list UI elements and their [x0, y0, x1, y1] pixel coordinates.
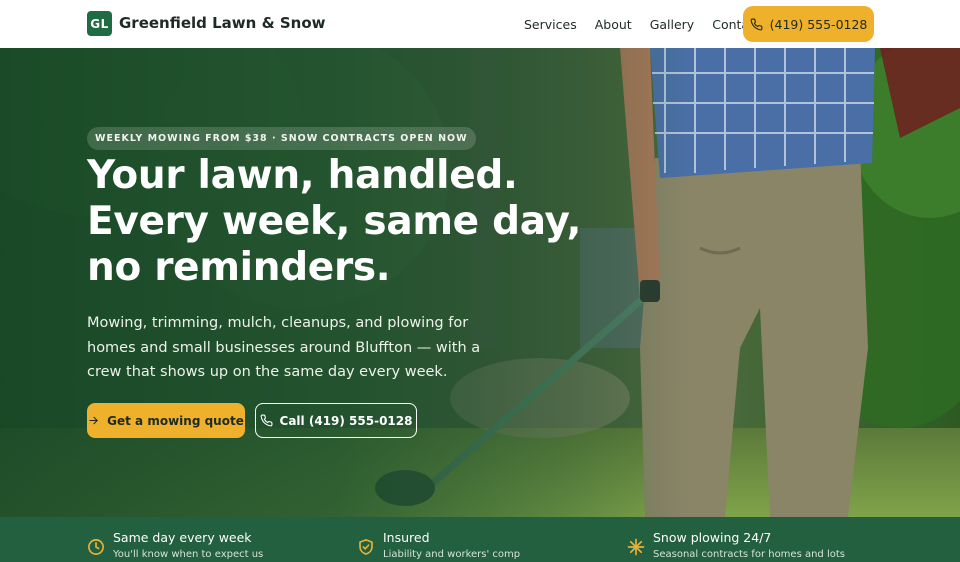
clock-icon [88, 539, 104, 555]
promo-eyebrow: WEEKLY MOWING FROM $38 · SNOW CONTRACTS … [87, 127, 476, 150]
description-line: crew that shows up on the same day every… [87, 364, 448, 380]
get-quote-label: Get a mowing quote [107, 413, 244, 428]
header-phone-label: (419) 555-0128 [769, 16, 868, 32]
headline-line: Every week, same day, [87, 199, 582, 244]
hero-headline: Your lawn, handled. Every week, same day… [87, 153, 582, 291]
header-phone-button[interactable]: (419) 555-0128 [743, 6, 874, 42]
shield-check-icon [359, 539, 373, 555]
get-quote-button[interactable]: Get a mowing quote [87, 403, 245, 438]
phone-icon [750, 18, 763, 30]
hero-description: Mowing, trimming, mulch, cleanups, and p… [87, 311, 481, 385]
feature-title: Snow plowing 24/7 [653, 530, 772, 545]
snowflake-icon [627, 538, 645, 556]
feature-subtitle: Liability and workers' comp [383, 549, 521, 560]
feature-subtitle: You'll know when to expect us [113, 549, 264, 560]
phone-icon [260, 414, 272, 427]
feature-title: Insured [383, 530, 430, 545]
headline-line: Your lawn, handled. [87, 153, 518, 198]
description-line: Mowing, trimming, mulch, cleanups, and p… [87, 315, 469, 331]
nav-gallery-link[interactable]: Gallery [650, 17, 695, 32]
features-strip: Same day every week You'll know when to … [0, 517, 960, 562]
call-button-label: Call (419) 555-0128 [279, 413, 413, 428]
main-nav: Services About Gallery Contact [524, 17, 761, 32]
nav-services-link[interactable]: Services [524, 17, 577, 32]
nav-about-link[interactable]: About [595, 17, 632, 32]
brand-name[interactable]: Greenfield Lawn & Snow [119, 14, 326, 32]
arrow-right-icon [89, 416, 98, 425]
site-header: GL Greenfield Lawn & Snow Services About… [0, 0, 960, 48]
logo-badge[interactable]: GL [87, 11, 112, 36]
description-line: homes and small businesses around Blufft… [87, 339, 481, 356]
headline-line: no reminders. [87, 245, 391, 290]
call-button[interactable]: Call (419) 555-0128 [255, 403, 417, 438]
hero-section: WEEKLY MOWING FROM $38 · SNOW CONTRACTS … [0, 48, 960, 517]
feature-subtitle: Seasonal contracts for homes and lots [653, 549, 845, 560]
feature-title: Same day every week [113, 530, 252, 545]
